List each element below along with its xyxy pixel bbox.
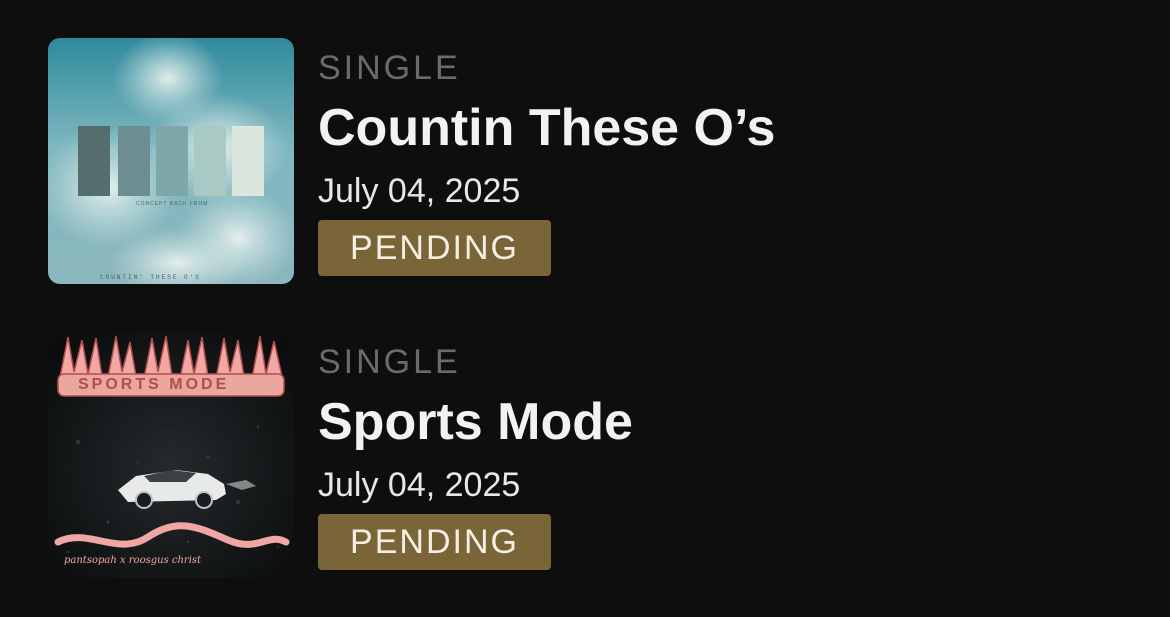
release-item[interactable]: SPORTS MODE pantsopah x roosgus christ S…	[48, 332, 1128, 578]
cover-caption-bottom: pantsopah x roosgus christ	[64, 555, 202, 566]
release-title[interactable]: Countin These O’s	[318, 96, 775, 160]
release-date: July 04, 2025	[318, 466, 521, 504]
release-date: July 04, 2025	[318, 172, 521, 210]
release-item[interactable]: CONCEPT BACK FROM COUNTIN' THESE O'S SIN…	[48, 38, 1128, 284]
cover-caption-small: CONCEPT BACK FROM	[136, 201, 209, 207]
release-meta: SINGLE Sports Mode July 04, 2025 PENDING	[318, 332, 1098, 578]
status-badge: PENDING	[318, 514, 551, 570]
cover-caption-top: SPORTS MODE	[78, 376, 230, 393]
release-meta: SINGLE Countin These O’s July 04, 2025 P…	[318, 38, 1098, 284]
release-list: CONCEPT BACK FROM COUNTIN' THESE O'S SIN…	[0, 0, 1170, 617]
album-cover-sports-car-icon[interactable]: SPORTS MODE pantsopah x roosgus christ	[48, 332, 294, 578]
release-type: SINGLE	[318, 343, 461, 381]
album-cover-clouds-icon[interactable]: CONCEPT BACK FROM COUNTIN' THESE O'S	[48, 38, 294, 284]
status-badge: PENDING	[318, 220, 551, 276]
release-type: SINGLE	[318, 49, 461, 87]
release-title[interactable]: Sports Mode	[318, 390, 633, 454]
cover-caption-bottom: COUNTIN' THESE O'S	[100, 274, 201, 281]
